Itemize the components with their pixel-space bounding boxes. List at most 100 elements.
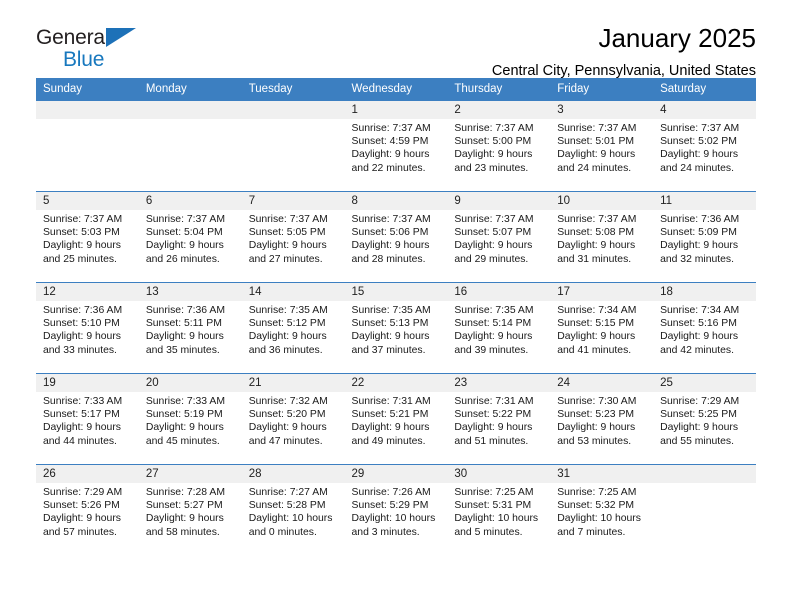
- sunset-text: Sunset: 5:27 PM: [145, 500, 223, 512]
- day-details: Sunrise: 7:35 AM Sunset: 5:13 PM Daylight:…: [345, 301, 448, 357]
- calendar-day-cell[interactable]: 19 Sunrise: 7:33 AM Sunset: 5:17 PM Dayligh…: [36, 373, 139, 465]
- sunset-text: Sunset: 5:01 PM: [557, 136, 635, 148]
- calendar-day-cell[interactable]: 15 Sunrise: 7:35 AM Sunset: 5:13 PM Dayligh…: [344, 282, 448, 374]
- sunrise-text: Sunrise: 7:37 AM: [248, 214, 328, 225]
- calendar-day-cell[interactable]: 8 Sunrise: 7:37 AM Sunset: 5:06 PM Daylight…: [344, 191, 448, 283]
- sunrise-text: Sunrise: 7:37 AM: [557, 214, 637, 225]
- calendar-day-cell[interactable]: 25 Sunrise: 7:29 AM Sunset: 5:25 PM Dayligh…: [653, 373, 756, 465]
- day-cell-inner: 9 Sunrise: 7:37 AM Sunset: 5:07 PM Daylight…: [447, 192, 551, 282]
- calendar-day-cell[interactable]: 17 Sunrise: 7:34 AM Sunset: 5:15 PM Dayligh…: [550, 282, 654, 374]
- calendar-day-cell[interactable]: 23 Sunrise: 7:31 AM Sunset: 5:22 PM Dayligh…: [447, 373, 551, 465]
- calendar-day-cell[interactable]: 20 Sunrise: 7:33 AM Sunset: 5:19 PM Dayligh…: [138, 373, 242, 465]
- sunset-text: Sunset: 5:17 PM: [43, 409, 120, 421]
- calendar-week-row: 5 Sunrise: 7:37 AM Sunset: 5:03 PM Daylight…: [36, 191, 756, 283]
- day-details: Sunrise: 7:37 AM Sunset: 5:04 PM Daylight:…: [139, 210, 242, 266]
- sunset-text: Sunset: 5:06 PM: [351, 227, 429, 239]
- calendar-day-cell[interactable]: 22 Sunrise: 7:31 AM Sunset: 5:21 PM Dayligh…: [344, 373, 448, 465]
- calendar-day-cell[interactable]: 13 Sunrise: 7:36 AM Sunset: 5:11 PM Dayligh…: [138, 282, 242, 374]
- day-number: 31: [550, 465, 654, 483]
- calendar-day-cell[interactable]: 28 Sunrise: 7:27 AM Sunset: 5:28 PM Dayligh…: [241, 464, 345, 555]
- daylight-text-line1: Daylight: 9 hours: [145, 240, 224, 252]
- daylight-text-line2: and 28 minutes.: [351, 253, 426, 265]
- day-cell-inner: 13 Sunrise: 7:36 AM Sunset: 5:11 PM Dayligh…: [138, 283, 242, 373]
- day-details: Sunrise: 7:37 AM Sunset: 5:06 PM Daylight:…: [345, 210, 448, 266]
- sunrise-text: Sunrise: 7:34 AM: [557, 305, 637, 316]
- calendar-day-cell[interactable]: 9 Sunrise: 7:37 AM Sunset: 5:07 PM Daylight…: [447, 191, 551, 283]
- daylight-text-line2: and 3 minutes.: [351, 526, 420, 538]
- day-cell-inner: 23 Sunrise: 7:31 AM Sunset: 5:22 PM Dayligh…: [447, 374, 551, 464]
- day-number: [36, 101, 139, 119]
- sunrise-text: Sunrise: 7:25 AM: [454, 487, 534, 498]
- daylight-text-line1: Daylight: 9 hours: [454, 422, 533, 434]
- sunset-text: Sunset: 5:05 PM: [248, 227, 326, 239]
- daylight-text-line1: Daylight: 9 hours: [660, 422, 739, 434]
- calendar-day-cell[interactable]: 21 Sunrise: 7:32 AM Sunset: 5:20 PM Dayligh…: [241, 373, 345, 465]
- day-details: Sunrise: 7:26 AM Sunset: 5:29 PM Daylight:…: [345, 483, 448, 539]
- calendar-day-cell[interactable]: 14 Sunrise: 7:35 AM Sunset: 5:12 PM Dayligh…: [241, 282, 345, 374]
- day-details: Sunrise: 7:30 AM Sunset: 5:23 PM Daylight:…: [550, 392, 653, 448]
- day-cell-inner: 8 Sunrise: 7:37 AM Sunset: 5:06 PM Daylight…: [344, 192, 448, 282]
- day-number: 24: [550, 374, 654, 392]
- day-number: 7: [241, 192, 345, 210]
- calendar-week-row: 19 Sunrise: 7:33 AM Sunset: 5:17 PM Dayligh…: [36, 373, 756, 465]
- daylight-text-line1: Daylight: 9 hours: [145, 513, 224, 525]
- calendar-day-cell[interactable]: 29 Sunrise: 7:26 AM Sunset: 5:29 PM Dayligh…: [344, 464, 448, 555]
- day-cell-inner: 4 Sunrise: 7:37 AM Sunset: 5:02 PM Daylight…: [653, 101, 756, 191]
- day-cell-inner: 31 Sunrise: 7:25 AM Sunset: 5:32 PM Dayligh…: [550, 465, 654, 555]
- calendar-day-cell[interactable]: 10 Sunrise: 7:37 AM Sunset: 5:08 PM Dayligh…: [550, 191, 654, 283]
- sunset-text: Sunset: 5:19 PM: [145, 409, 223, 421]
- day-cell-inner: 25 Sunrise: 7:29 AM Sunset: 5:25 PM Dayligh…: [653, 374, 756, 464]
- sunrise-text: Sunrise: 7:26 AM: [351, 487, 431, 498]
- day-details: Sunrise: 7:37 AM Sunset: 5:02 PM Daylight:…: [653, 119, 756, 175]
- sunset-text: Sunset: 5:07 PM: [454, 227, 532, 239]
- daylight-text-line2: and 7 minutes.: [557, 526, 626, 538]
- calendar-day-cell[interactable]: 5 Sunrise: 7:37 AM Sunset: 5:03 PM Daylight…: [36, 191, 139, 283]
- daylight-text-line1: Daylight: 9 hours: [248, 422, 327, 434]
- calendar-day-cell[interactable]: 24 Sunrise: 7:30 AM Sunset: 5:23 PM Dayligh…: [550, 373, 654, 465]
- sunset-text: Sunset: 5:13 PM: [351, 318, 429, 330]
- daylight-text-line1: Daylight: 9 hours: [660, 149, 739, 161]
- calendar-day-cell[interactable]: 12 Sunrise: 7:36 AM Sunset: 5:10 PM Dayligh…: [36, 282, 139, 374]
- calendar-day-cell[interactable]: 26 Sunrise: 7:29 AM Sunset: 5:26 PM Dayligh…: [36, 464, 139, 555]
- day-details: Sunrise: 7:37 AM Sunset: 4:59 PM Daylight:…: [345, 119, 448, 175]
- calendar-day-cell[interactable]: 16 Sunrise: 7:35 AM Sunset: 5:14 PM Dayligh…: [447, 282, 551, 374]
- day-cell-inner: 28 Sunrise: 7:27 AM Sunset: 5:28 PM Dayligh…: [241, 465, 345, 555]
- calendar-day-cell[interactable]: 7 Sunrise: 7:37 AM Sunset: 5:05 PM Daylight…: [241, 191, 345, 283]
- sunrise-text: Sunrise: 7:36 AM: [43, 305, 123, 316]
- calendar-day-cell[interactable]: 4 Sunrise: 7:37 AM Sunset: 5:02 PM Daylight…: [653, 100, 756, 192]
- day-cell-inner: 21 Sunrise: 7:32 AM Sunset: 5:20 PM Dayligh…: [241, 374, 345, 464]
- day-cell-inner: 30 Sunrise: 7:25 AM Sunset: 5:31 PM Dayligh…: [447, 465, 551, 555]
- calendar-cell-empty: [653, 464, 756, 555]
- calendar-day-cell[interactable]: 27 Sunrise: 7:28 AM Sunset: 5:27 PM Dayligh…: [138, 464, 242, 555]
- calendar-day-cell[interactable]: 11 Sunrise: 7:36 AM Sunset: 5:09 PM Dayligh…: [653, 191, 756, 283]
- daylight-text-line1: Daylight: 9 hours: [557, 240, 636, 252]
- day-number: 18: [653, 283, 756, 301]
- day-number: 20: [138, 374, 242, 392]
- sunrise-text: Sunrise: 7:30 AM: [557, 396, 637, 407]
- calendar-day-cell[interactable]: 3 Sunrise: 7:37 AM Sunset: 5:01 PM Daylight…: [550, 100, 654, 192]
- daylight-text-line1: Daylight: 9 hours: [43, 422, 121, 434]
- sunrise-text: Sunrise: 7:37 AM: [351, 214, 431, 225]
- sunrise-text: Sunrise: 7:27 AM: [248, 487, 328, 498]
- daylight-text-line1: Daylight: 10 hours: [557, 513, 641, 525]
- sunset-text: Sunset: 5:26 PM: [43, 500, 120, 512]
- day-details: Sunrise: 7:37 AM Sunset: 5:01 PM Daylight:…: [550, 119, 653, 175]
- day-details: Sunrise: 7:35 AM Sunset: 5:12 PM Daylight:…: [242, 301, 345, 357]
- sunrise-text: Sunrise: 7:37 AM: [660, 123, 740, 134]
- day-cell-inner: 16 Sunrise: 7:35 AM Sunset: 5:14 PM Dayligh…: [447, 283, 551, 373]
- daylight-text-line1: Daylight: 9 hours: [557, 331, 636, 343]
- calendar-day-cell[interactable]: 31 Sunrise: 7:25 AM Sunset: 5:32 PM Dayligh…: [550, 464, 654, 555]
- day-number: 17: [550, 283, 654, 301]
- sunset-text: Sunset: 5:29 PM: [351, 500, 429, 512]
- calendar-week-row: 26 Sunrise: 7:29 AM Sunset: 5:26 PM Dayligh…: [36, 464, 756, 555]
- calendar-day-cell[interactable]: 1 Sunrise: 7:37 AM Sunset: 4:59 PM Daylight…: [344, 100, 448, 192]
- daylight-text-line2: and 57 minutes.: [43, 526, 117, 538]
- sunrise-text: Sunrise: 7:37 AM: [145, 214, 225, 225]
- daylight-text-line1: Daylight: 10 hours: [454, 513, 539, 525]
- calendar-day-cell[interactable]: 2 Sunrise: 7:37 AM Sunset: 5:00 PM Daylight…: [447, 100, 551, 192]
- calendar-day-cell[interactable]: 6 Sunrise: 7:37 AM Sunset: 5:04 PM Daylight…: [138, 191, 242, 283]
- calendar-day-cell[interactable]: 30 Sunrise: 7:25 AM Sunset: 5:31 PM Dayligh…: [447, 464, 551, 555]
- calendar-day-cell[interactable]: 18 Sunrise: 7:34 AM Sunset: 5:16 PM Dayligh…: [653, 282, 756, 374]
- sunset-text: Sunset: 5:21 PM: [351, 409, 429, 421]
- day-cell-inner: 27 Sunrise: 7:28 AM Sunset: 5:27 PM Dayligh…: [138, 465, 242, 555]
